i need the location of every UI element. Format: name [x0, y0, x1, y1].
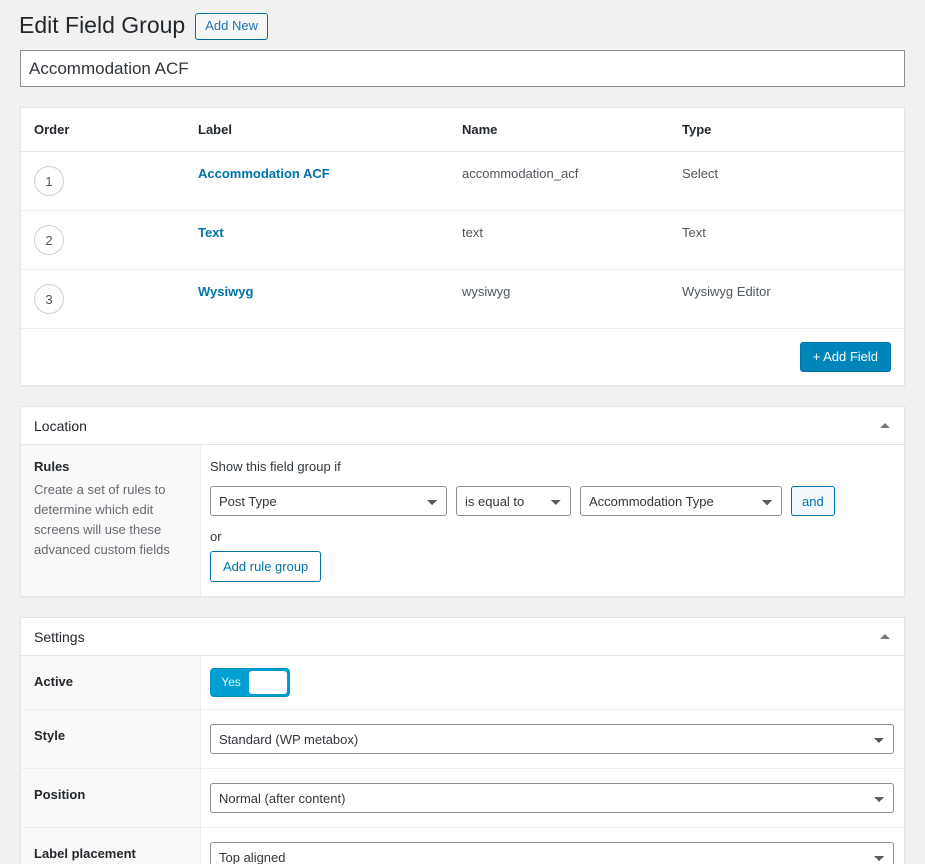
page-header: Edit Field Group Add New — [0, 0, 925, 42]
order-cell: 2 — [21, 210, 198, 270]
column-header-type: Type — [682, 108, 904, 152]
location-panel-title: Location — [34, 417, 87, 434]
setting-row-active: Active Yes — [21, 656, 904, 710]
fields-table: Order Label Name Type 1 Accommodation AC… — [21, 108, 904, 329]
active-toggle[interactable]: Yes — [210, 668, 290, 697]
order-cell: 1 — [21, 151, 198, 211]
setting-row-label-placement: Label placement Top aligned — [21, 828, 904, 864]
or-separator-text: or — [210, 529, 222, 544]
active-toggle-label: Yes — [221, 675, 241, 689]
rule-group-row: Post Type is equal to Accommodation Type… — [210, 486, 891, 516]
rules-label-column: Rules Create a set of rules to determine… — [21, 445, 201, 596]
label-placement-label: Label placement — [34, 846, 136, 861]
rule-operator-select[interactable]: is equal to — [456, 486, 571, 516]
active-label: Active — [34, 674, 74, 689]
field-label-link[interactable]: Accommodation ACF — [198, 166, 330, 181]
title-field-wrapper — [0, 42, 925, 87]
acf-edit-field-group-page: Edit Field Group Add New Order Label Nam… — [0, 0, 925, 864]
type-cell: Wysiwyg Editor — [682, 269, 904, 329]
column-header-order: Order — [21, 108, 198, 152]
type-cell: Text — [682, 210, 904, 270]
name-cell: accommodation_acf — [462, 151, 682, 211]
table-row: 1 Accommodation ACF accommodation_acf Se… — [21, 151, 904, 211]
page-title: Edit Field Group — [19, 12, 186, 38]
location-panel: Location Rules Create a set of rules to … — [20, 406, 905, 597]
order-badge[interactable]: 1 — [34, 166, 64, 196]
label-placement-select[interactable]: Top aligned — [210, 842, 894, 864]
fields-panel: Order Label Name Type 1 Accommodation AC… — [20, 107, 905, 386]
rules-lead-text: Show this field group if — [210, 459, 341, 474]
order-cell: 3 — [21, 269, 198, 329]
order-badge[interactable]: 3 — [34, 284, 64, 314]
settings-panel-header[interactable]: Settings — [21, 618, 904, 656]
column-header-label: Label — [198, 108, 462, 152]
position-body: Normal (after content) — [201, 769, 907, 827]
add-and-rule-button[interactable]: and — [791, 486, 835, 516]
name-cell: wysiwyg — [462, 269, 682, 329]
column-header-name: Name — [462, 108, 682, 152]
active-toggle-knob[interactable] — [249, 671, 287, 694]
label-placement-label-column: Label placement — [21, 828, 201, 864]
style-label-column: Style — [21, 710, 201, 768]
triangle-up-icon[interactable] — [880, 423, 890, 428]
field-group-title-input[interactable] — [20, 50, 905, 87]
rules-description: Create a set of rules to determine which… — [34, 482, 170, 558]
position-select[interactable]: Normal (after content) — [210, 783, 894, 813]
position-label: Position — [34, 787, 86, 802]
name-cell: text — [462, 210, 682, 270]
type-cell: Select — [682, 151, 904, 211]
rules-label: Rules — [34, 459, 70, 474]
position-label-column: Position — [21, 769, 201, 827]
field-label-link[interactable]: Text — [198, 225, 224, 240]
style-body: Standard (WP metabox) — [201, 710, 907, 768]
add-rule-group-button[interactable]: Add rule group — [210, 551, 322, 582]
settings-panel: Settings Active Yes Style Standard (WP m… — [20, 617, 905, 864]
add-new-button[interactable]: Add New — [195, 13, 268, 40]
rule-value-select[interactable]: Accommodation Type — [580, 486, 782, 516]
setting-row-position: Position Normal (after content) — [21, 769, 904, 828]
active-label-column: Active — [21, 656, 201, 709]
order-badge[interactable]: 2 — [34, 225, 64, 255]
location-rules-row: Rules Create a set of rules to determine… — [21, 445, 904, 596]
style-select[interactable]: Standard (WP metabox) — [210, 724, 894, 754]
add-field-button[interactable]: + Add Field — [799, 342, 891, 372]
fields-table-header-row: Order Label Name Type — [21, 108, 904, 152]
table-row: 3 Wysiwyg wysiwyg Wysiwyg Editor — [21, 269, 904, 329]
location-panel-header[interactable]: Location — [21, 407, 904, 445]
table-row: 2 Text text Text — [21, 210, 904, 270]
settings-panel-title: Settings — [34, 628, 85, 645]
rule-param-select[interactable]: Post Type — [210, 486, 447, 516]
style-label: Style — [34, 728, 66, 743]
label-cell: Text — [198, 210, 462, 270]
fields-panel-footer: + Add Field — [21, 329, 904, 385]
active-body: Yes — [201, 656, 904, 709]
rules-body: Show this field group if Post Type is eq… — [201, 445, 904, 596]
label-cell: Wysiwyg — [198, 269, 462, 329]
triangle-up-icon[interactable] — [880, 634, 890, 639]
label-placement-body: Top aligned — [201, 828, 907, 864]
setting-row-style: Style Standard (WP metabox) — [21, 710, 904, 769]
label-cell: Accommodation ACF — [198, 151, 462, 211]
field-label-link[interactable]: Wysiwyg — [198, 284, 253, 299]
